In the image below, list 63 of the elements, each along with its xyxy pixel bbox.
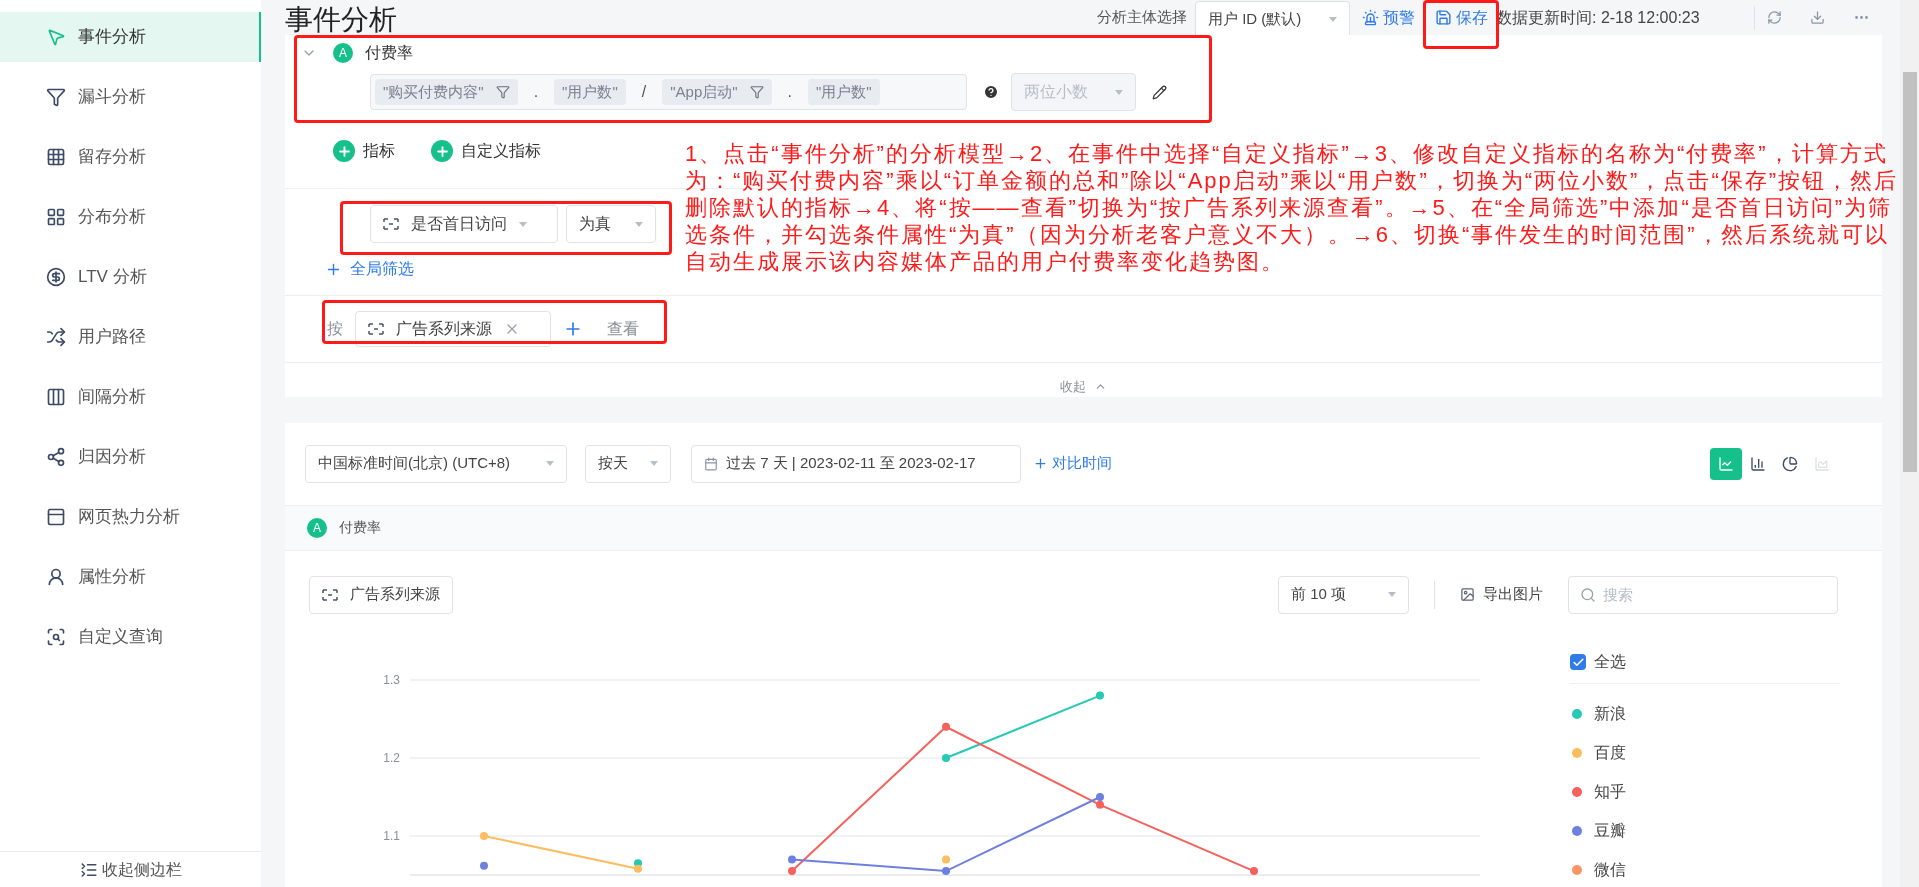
metric-badge: A (333, 43, 353, 63)
legend-label[interactable]: 微信 (1594, 857, 1626, 882)
group-property-chip[interactable]: 广告系列来源 (355, 311, 551, 347)
sidebar-item[interactable]: 自定义查询 (0, 612, 261, 662)
select-all-label: 全选 (1594, 652, 1626, 672)
axis-label: 1.2 (383, 750, 400, 765)
metric-name: 付费率 (339, 518, 381, 537)
formula-operator: / (640, 82, 648, 102)
sidebar-item[interactable]: 分布分析 (0, 192, 261, 242)
point (634, 864, 642, 873)
subject-label: 分析主体选择 (1097, 7, 1187, 28)
save-button[interactable]: 保存 (1435, 5, 1488, 30)
search-field[interactable]: 搜索 (1568, 575, 1838, 614)
page-title: 事件分析 (285, 5, 397, 34)
filter-value-select[interactable]: 为真 (566, 205, 656, 243)
sidebar-item[interactable]: 属性分析 (0, 552, 261, 602)
sidebar-item[interactable]: LTV 分析 (0, 252, 261, 302)
point (1250, 866, 1258, 875)
group-prefix: 按 (327, 319, 343, 339)
global-filter-button[interactable]: 全局筛选 (325, 257, 414, 281)
sidebar-item[interactable]: 网页热力分析 (0, 492, 261, 542)
collapse-button[interactable]: 收起 (1060, 377, 1107, 397)
point (788, 866, 796, 875)
point (788, 854, 796, 863)
add-metric-button[interactable]: 指标 (333, 139, 395, 163)
alert-button[interactable]: 预警 (1362, 5, 1415, 30)
sidebar-item[interactable]: 归因分析 (0, 432, 261, 482)
metric-badge: A (307, 517, 327, 538)
export-image-button[interactable]: 导出图片 (1460, 583, 1543, 606)
add-metric-button[interactable]: 自定义指标 (431, 139, 541, 163)
annotation-text: 1、点击“事件分析”的分析模型→2、在事件中选择“自定义指标”→3、修改自定义指标的名称为“付费率”，计算方式为：“购买付费内容”乘以“订单金额的总和”除以“App启动”乘以“用户数”，切换为“两位小数”，点击“保存”按钮，然后删除默认的指标→4、将“按——查看”切换为“按广告系列来源查看”。→5、在“全局筛选”中添加“是否首日访问”为筛选条件，并勾选条件属性“为真”（因为分析老客户意义不大）。→6、切换“事件发生的时间范围”，然后系统就可以自动生成展示该内容媒体产品的用户付费率变化趋势图。 (685, 140, 1900, 275)
point (942, 753, 950, 762)
group-chip[interactable]: 广告系列来源 (309, 575, 453, 614)
sidebar-item[interactable]: 漏斗分析 (0, 72, 261, 122)
legend-label[interactable]: 新浪 (1594, 701, 1626, 726)
point (942, 854, 950, 863)
collapse-sidebar-button[interactable]: 收起侧边栏 (0, 851, 261, 887)
sidebar-item[interactable]: 用户路径 (0, 312, 261, 362)
point (480, 831, 488, 840)
point (942, 722, 950, 731)
top-n-select[interactable]: 前 10 项 (1278, 575, 1409, 614)
point (480, 861, 488, 870)
sidebar-item[interactable]: 事件分析 (0, 12, 261, 62)
point (942, 866, 950, 875)
formula-operator: . (532, 82, 540, 102)
sidebar-item[interactable]: 间隔分析 (0, 372, 261, 422)
sidebar-item[interactable]: 留存分析 (0, 132, 261, 182)
group-suffix: 查看 (607, 319, 639, 339)
compare-time-button[interactable]: 对比时间 (1033, 452, 1112, 475)
point (1096, 792, 1104, 801)
metric-name: 付费率 (365, 43, 413, 63)
axis-label: 1.3 (383, 672, 400, 687)
point (1096, 800, 1104, 809)
point (1096, 691, 1104, 700)
formula-operator: . (786, 82, 793, 102)
filter-property-select[interactable]: 是否首日访问 (370, 205, 558, 243)
date-range-field[interactable]: 过去 7 天 | 2023-02-11 至 2023-02-17 (691, 444, 1021, 483)
legend-label[interactable]: 百度 (1594, 740, 1626, 765)
timezone-select[interactable]: 中国标准时间(北京) (UTC+8) (305, 444, 567, 483)
legend-label[interactable]: 豆瓣 (1594, 818, 1626, 843)
granularity-select[interactable]: 按天 (585, 444, 671, 483)
legend-label[interactable]: 知乎 (1594, 779, 1626, 804)
axis-label: 1.1 (383, 828, 400, 843)
